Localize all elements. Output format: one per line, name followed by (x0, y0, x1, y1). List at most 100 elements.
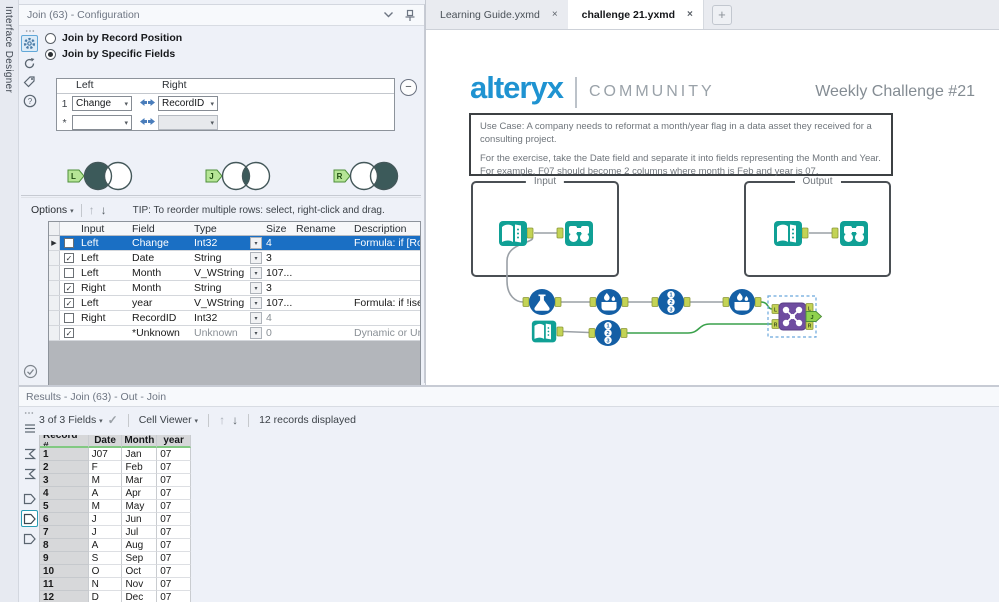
type-dropdown[interactable]: ▾ (250, 267, 262, 279)
configuration-title-bar: Join (63) - Configuration (19, 5, 424, 26)
grid-row[interactable]: Left Month V_WString ▾ 107... (49, 266, 420, 281)
collapse-chevron-icon[interactable] (383, 11, 394, 19)
results-row[interactable]: 12 D Dec 07 (40, 591, 191, 602)
record-number-cell: 11 (40, 578, 89, 591)
row-checkbox[interactable]: ✓ (64, 283, 74, 293)
grid-row[interactable]: ✓ Right Month String ▾ 3 (49, 281, 420, 296)
wire-textinput2-recordid2[interactable] (562, 330, 590, 334)
type-dropdown[interactable]: ▾ (250, 282, 262, 294)
type-dropdown[interactable]: ▾ (250, 237, 262, 249)
row-checkbox[interactable]: ✓ (64, 298, 74, 308)
right-field-select[interactable]: ▾ (158, 115, 218, 130)
cell-rename (293, 266, 351, 280)
type-dropdown[interactable]: ▾ (250, 327, 262, 339)
text-input-tool[interactable] (499, 221, 527, 246)
gear-icon[interactable] (21, 35, 38, 52)
pin-icon[interactable] (404, 9, 416, 22)
cell-input: Right (81, 282, 106, 294)
cell-type: V_WString ▾ (191, 266, 263, 280)
browse-tool-output[interactable] (840, 221, 868, 246)
svg-text:L: L (71, 172, 76, 181)
results-row[interactable]: 9 S Sep 07 (40, 552, 191, 565)
input-anchor-r-icon[interactable] (21, 465, 38, 482)
new-tab-button[interactable]: + (711, 4, 732, 25)
cleanse-tool-1[interactable] (596, 289, 622, 315)
results-row[interactable]: 11 N Nov 07 (40, 578, 191, 591)
record-id-tool-2[interactable]: 1 2 3 (595, 320, 621, 346)
radio-circle[interactable] (45, 48, 56, 60)
row-checkbox[interactable] (64, 313, 74, 323)
text-input-tool-output[interactable] (774, 221, 802, 246)
grid-row[interactable]: Right RecordID Int32 ▾ 4 (49, 311, 420, 326)
wire-recordid2-join-right[interactable] (627, 323, 772, 334)
results-row[interactable]: 1 J07 Jan 07 (40, 448, 191, 461)
grid-row[interactable]: ✓ Left Date String ▾ 3 (49, 251, 420, 266)
type-dropdown[interactable]: ▾ (250, 312, 262, 324)
tag-icon[interactable] (21, 73, 38, 90)
radio-join-by-record-position[interactable]: Join by Record Position (45, 32, 182, 44)
tab-challenge-21[interactable]: challenge 21.yxmd × (567, 0, 704, 29)
scroll-up-button[interactable]: ↑ (219, 413, 225, 427)
results-data-table[interactable]: Record # Date Month year 1 J07 Jan 07 2 F Feb 07 3 M M… (39, 435, 191, 602)
remove-row-button[interactable]: − (400, 79, 417, 96)
results-row[interactable]: 10 O Oct 07 (40, 565, 191, 578)
cell-viewer-dropdown[interactable]: Cell Viewer ▾ (139, 414, 198, 426)
type-dropdown[interactable]: ▾ (250, 297, 262, 309)
grid-row[interactable]: ✓ *Unknown Unknown▾0 Dynamic or Unknown Fie… (49, 326, 420, 341)
results-row[interactable]: 3 M Mar 07 (40, 474, 191, 487)
run-settings-icon[interactable] (21, 55, 38, 72)
data-cell: F (88, 461, 123, 474)
record-id-tool-1[interactable]: 1 2 3 (658, 289, 684, 315)
apply-check-icon[interactable]: ✓ (108, 413, 118, 427)
radio-join-by-specific-fields[interactable]: Join by Specific Fields (45, 48, 175, 60)
row-checkbox[interactable]: ✓ (64, 328, 74, 338)
browse-tool[interactable] (565, 221, 593, 246)
row-checkbox[interactable]: ✓ (64, 253, 74, 263)
right-field-select[interactable]: RecordID ▾ (158, 96, 218, 111)
left-field-select[interactable]: Change ▾ (72, 96, 132, 111)
join-tool[interactable]: L R L R J (771, 302, 823, 331)
results-column-header[interactable]: Record # (40, 435, 89, 448)
results-column-header[interactable]: year (157, 435, 191, 448)
table-view-icon[interactable] (21, 420, 38, 437)
left-field-select[interactable]: ▾ (72, 115, 132, 130)
close-icon[interactable]: × (552, 9, 558, 20)
results-row[interactable]: 2 F Feb 07 (40, 461, 191, 474)
record-number-cell: 10 (40, 565, 89, 578)
close-icon[interactable]: × (687, 9, 693, 20)
data-cell: 07 (157, 591, 191, 602)
results-row[interactable]: 8 A Aug 07 (40, 539, 191, 552)
tab-learning-guide[interactable]: Learning Guide.yxmd × (426, 0, 568, 29)
results-row[interactable]: 7 J Jul 07 (40, 526, 191, 539)
row-checkbox[interactable] (64, 268, 74, 278)
output-anchor-l-icon[interactable] (21, 490, 38, 507)
text-input-tool-2[interactable] (531, 320, 557, 343)
scroll-left-icon[interactable]: ‹ (43, 598, 46, 602)
row-marker (49, 326, 60, 340)
results-column-header[interactable]: Month (122, 435, 158, 448)
options-menu-button[interactable]: Options ▾ (31, 204, 74, 216)
move-up-button[interactable]: ↑ (89, 203, 95, 217)
results-column-header[interactable]: Date (88, 435, 123, 448)
output-anchor-j-icon[interactable] (21, 510, 38, 527)
formula-tool[interactable] (529, 289, 555, 315)
grid-row[interactable]: ▶ Left Change Int32▾4 Formula: if [Row-1:cha… (49, 236, 420, 251)
type-dropdown[interactable]: ▾ (250, 252, 262, 264)
input-anchor-l-icon[interactable] (21, 445, 38, 462)
wire-cleanse2-join-left[interactable] (760, 301, 773, 310)
output-anchor-r-icon[interactable] (21, 530, 38, 547)
valid-check-icon (23, 364, 38, 382)
results-row[interactable]: 4 A Apr 07 (40, 487, 191, 500)
results-row[interactable]: 5 M May 07 (40, 500, 191, 513)
interface-designer-tab[interactable]: Interface Designer (3, 6, 14, 93)
data-cell: A (88, 487, 123, 500)
move-down-button[interactable]: ↓ (101, 203, 107, 217)
help-icon[interactable]: ? (21, 92, 38, 109)
scroll-down-button[interactable]: ↓ (232, 413, 238, 427)
radio-circle[interactable] (45, 32, 56, 44)
results-row[interactable]: 6 J Jun 07 (40, 513, 191, 526)
grid-row[interactable]: ✓ Left year V_WString ▾ 107... Formula: if !is… (49, 296, 420, 311)
fields-dropdown[interactable]: 3 of 3 Fields ▾ (39, 414, 103, 426)
cleanse-tool-2[interactable] (729, 289, 755, 315)
row-checkbox[interactable] (64, 238, 74, 248)
